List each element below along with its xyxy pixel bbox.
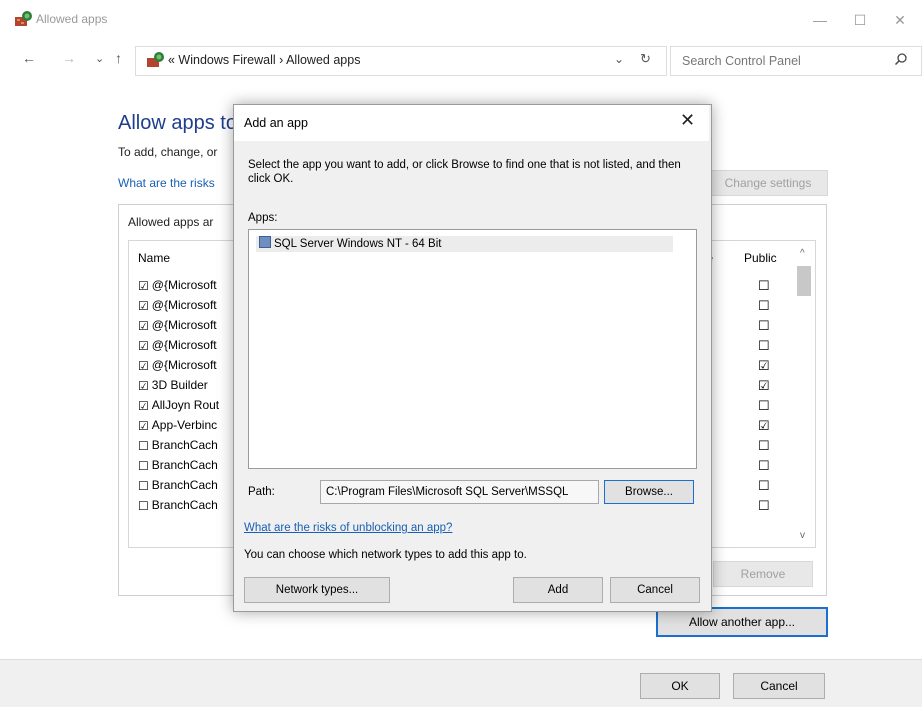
public-checkbox[interactable]: ☑ [758,379,770,392]
up-button[interactable]: ↑ [115,50,122,66]
scrollbar-thumb[interactable] [797,266,811,296]
cancel-button[interactable]: Cancel [733,673,825,699]
row-checkbox[interactable]: ☐ [138,500,149,512]
dialog-description: Select the app you want to add, or click… [248,159,681,185]
ok-button[interactable]: OK [640,673,720,699]
public-checkbox[interactable]: ☐ [758,339,770,352]
firewall-icon [147,52,164,67]
public-checkbox[interactable]: ☐ [758,399,770,412]
minimize-button[interactable]: — [800,6,840,34]
app-list-item[interactable]: SQL Server Windows NT - 64 Bit [256,236,673,252]
scroll-up-button[interactable]: ^ [800,248,805,259]
path-value[interactable]: C:\Program Files\Microsoft SQL Server\MS… [326,486,596,498]
page-description: To add, change, or [118,145,218,159]
dialog-title: Add an app [244,116,308,130]
public-checkbox[interactable]: ☑ [758,359,770,372]
column-header-public[interactable]: Public [744,251,777,265]
back-button[interactable]: ← [22,50,36,66]
public-checkbox[interactable]: ☐ [758,479,770,492]
search-input[interactable]: Search Control Panel [682,54,801,68]
risks-link[interactable]: What are the risks [118,176,215,190]
row-name: @{Microsoft [151,298,217,312]
scroll-down-button[interactable]: v [800,530,805,541]
row-name: @{Microsoft [151,278,217,292]
row-name: BranchCach [151,438,218,452]
allowed-apps-group-label: Allowed apps ar [128,215,214,229]
app-icon [259,236,271,248]
public-checkbox[interactable]: ☐ [758,279,770,292]
change-settings-button[interactable]: Change settings [708,170,828,196]
row-name: 3D Builder [151,378,208,392]
table-row[interactable]: ☐ BranchCach [138,498,218,516]
row-checkbox[interactable]: ☑ [138,300,149,312]
row-name: BranchCach [151,478,218,492]
row-checkbox[interactable]: ☐ [138,480,149,492]
table-row[interactable]: ☑ App-Verbinc [138,418,217,436]
table-row[interactable]: ☐ BranchCach [138,478,218,496]
row-checkbox[interactable]: ☑ [138,360,149,372]
table-row[interactable]: ☐ BranchCach [138,458,218,476]
public-checkbox[interactable]: ☐ [758,439,770,452]
dialog-cancel-button[interactable]: Cancel [610,577,700,603]
row-name: @{Microsoft [151,358,217,372]
add-button[interactable]: Add [513,577,603,603]
public-checkbox[interactable]: ☐ [758,459,770,472]
apps-list[interactable] [248,229,697,469]
browse-button[interactable]: Browse... [604,480,694,504]
search-icon[interactable] [894,52,908,66]
firewall-icon [15,11,32,26]
row-name: App-Verbinc [151,418,218,432]
row-name: @{Microsoft [151,318,217,332]
column-header-name[interactable]: Name [138,251,170,265]
row-checkbox[interactable]: ☑ [138,420,149,432]
table-row[interactable]: ☑ @{Microsoft [138,338,217,356]
public-checkbox[interactable]: ☐ [758,319,770,332]
row-name: BranchCach [151,498,218,512]
table-row[interactable]: ☑ @{Microsoft [138,278,217,296]
table-row[interactable]: ☑ @{Microsoft [138,318,217,336]
window-title: Allowed apps [36,12,108,26]
public-checkbox[interactable]: ☐ [758,299,770,312]
close-button[interactable]: ✕ [880,6,920,34]
refresh-button[interactable]: ↻ [640,51,651,67]
public-checkbox[interactable]: ☐ [758,499,770,512]
path-label: Path: [248,486,275,498]
unblocking-risks-link[interactable]: What are the risks of unblocking an app? [244,522,452,534]
row-checkbox[interactable]: ☑ [138,400,149,412]
row-name: BranchCach [151,458,218,472]
row-checkbox[interactable]: ☑ [138,280,149,292]
address-dropdown-button[interactable]: ⌄ [614,52,624,66]
public-checkbox[interactable]: ☑ [758,419,770,432]
dialog-close-button[interactable]: ✕ [680,110,695,131]
table-row[interactable]: ☑ @{Microsoft [138,358,217,376]
row-checkbox[interactable]: ☑ [138,320,149,332]
row-name: AllJoyn Rout [151,398,220,412]
breadcrumb[interactable]: « Windows Firewall › Allowed apps [168,53,360,67]
table-row[interactable]: ☑ AllJoyn Rout [138,398,219,416]
forward-button[interactable]: → [62,50,76,66]
row-checkbox[interactable]: ☑ [138,380,149,392]
table-row[interactable]: ☐ BranchCach [138,438,218,456]
apps-label: Apps: [248,212,278,224]
row-name: @{Microsoft [151,338,217,352]
app-list-item-label: SQL Server Windows NT - 64 Bit [274,238,442,250]
maximize-button[interactable]: ☐ [840,6,880,34]
table-row[interactable]: ☑ @{Microsoft [138,298,217,316]
row-checkbox[interactable]: ☐ [138,460,149,472]
row-checkbox[interactable]: ☐ [138,440,149,452]
recent-locations-button[interactable]: ⌄ [95,52,104,65]
table-row[interactable]: ☑ 3D Builder [138,378,208,396]
row-checkbox[interactable]: ☑ [138,340,149,352]
title-bar [0,0,922,40]
network-types-button[interactable]: Network types... [244,577,390,603]
network-types-description: You can choose which network types to ad… [244,549,527,561]
page-title: Allow apps to [118,112,237,134]
remove-button[interactable]: Remove [713,561,813,587]
